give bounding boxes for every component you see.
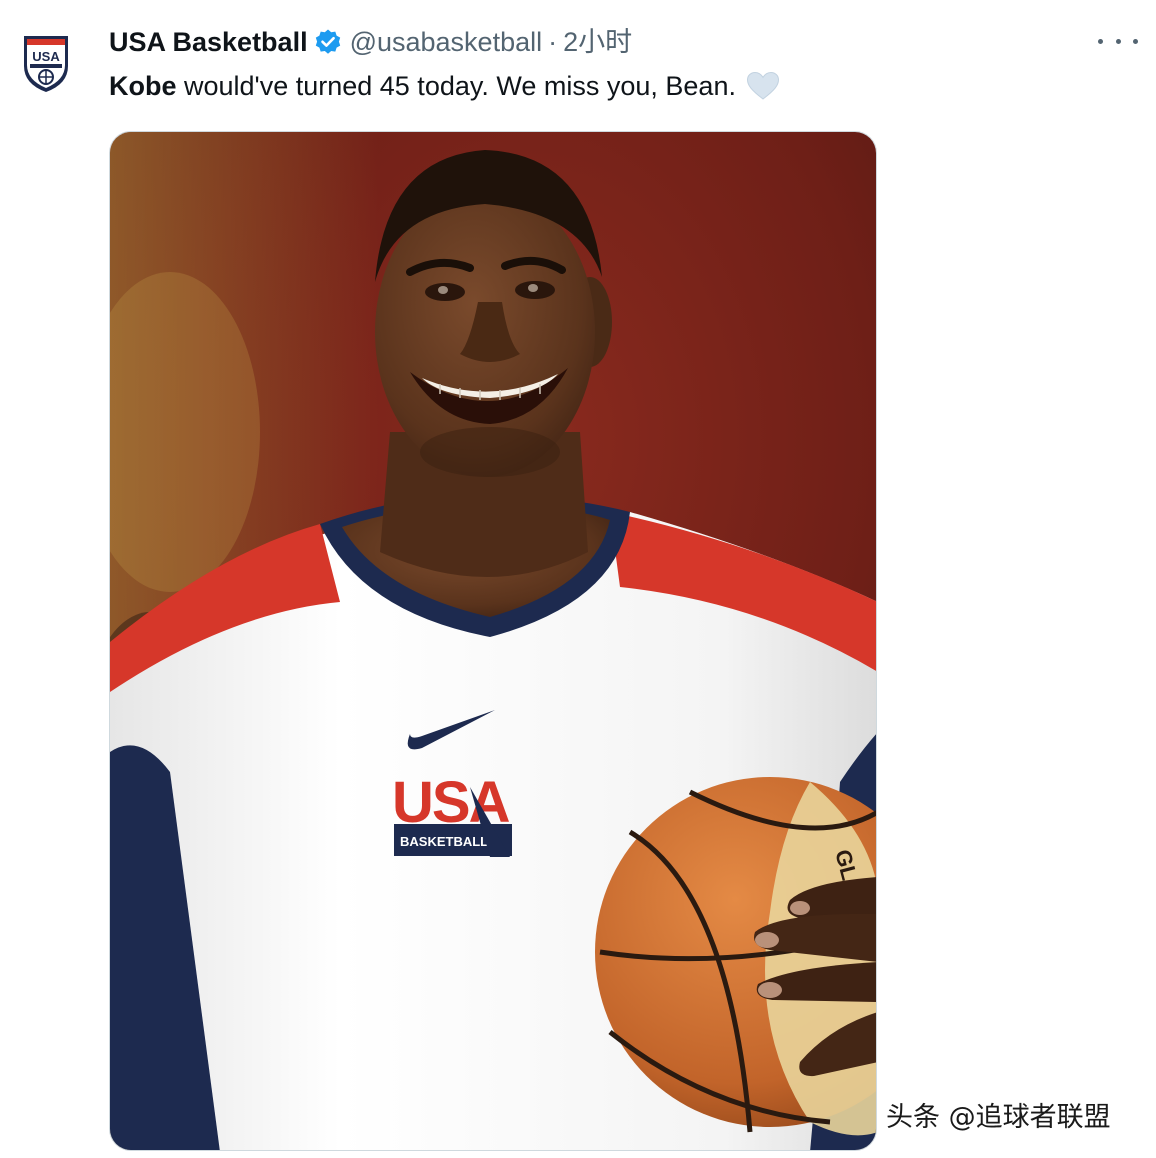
tweet-header: USA Basketball @usabasketball · 2小时	[109, 25, 632, 59]
timestamp[interactable]: 2小时	[563, 25, 632, 59]
avatar[interactable]: USA	[20, 32, 72, 94]
tweet-text-bold: Kobe	[109, 71, 177, 101]
display-name[interactable]: USA Basketball	[109, 25, 308, 59]
watermark-text: 头条 @追球者联盟	[886, 1102, 1111, 1133]
tweet-card[interactable]: USA USA Basketball @usabasketball · 2小时 …	[0, 0, 1156, 1158]
separator-dot: ·	[548, 27, 558, 57]
handle[interactable]: @usabasketball	[350, 25, 543, 59]
more-options-button[interactable]	[1098, 28, 1138, 54]
avatar-logo-text: USA	[32, 49, 60, 64]
tweet-photo[interactable]: USA BASKETBALL GL	[109, 131, 877, 1151]
jersey-logo: USA BASKETBALL	[392, 770, 512, 857]
more-horizontal-icon	[1098, 38, 1103, 44]
jersey-logo-subtext: BASKETBALL	[400, 834, 488, 849]
tweet-text-body: would've turned 45 today. We miss you, B…	[176, 71, 736, 101]
kobe-photo: USA BASKETBALL GL	[110, 132, 876, 1150]
verified-badge-icon	[314, 28, 342, 56]
white-heart-icon	[746, 71, 780, 101]
tweet-text: Kobe would've turned 45 today. We miss y…	[109, 68, 780, 104]
usa-basketball-logo: USA	[24, 36, 68, 92]
